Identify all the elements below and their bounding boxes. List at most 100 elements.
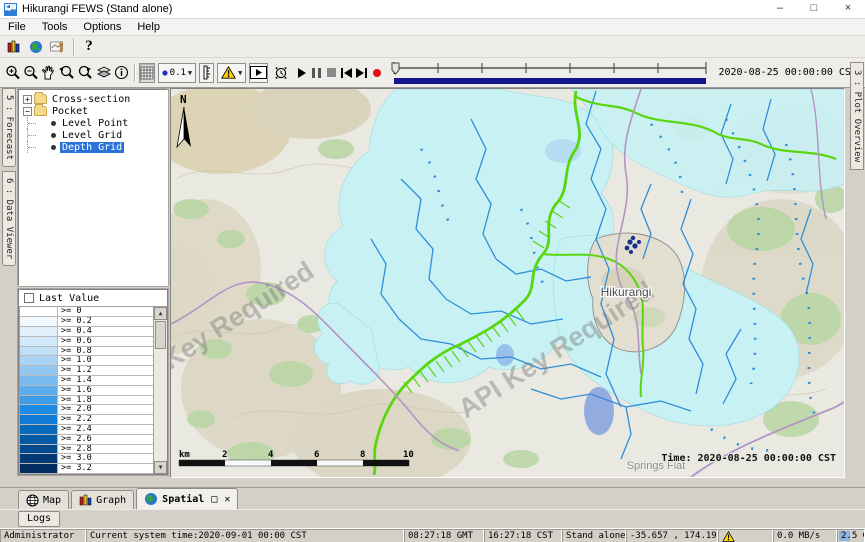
maximize-panel-icon[interactable]: □ [211,494,217,505]
scale-bar-toggle[interactable] [199,63,214,83]
tab-forecast[interactable]: 5 : Forecast [2,88,16,167]
spatial-display-button[interactable] [47,37,69,57]
last-value-label: Last Value [39,293,99,304]
scroll-down-icon[interactable]: ▼ [154,461,167,474]
legend-color-swatch [20,405,58,414]
legend-header: Last Value [19,290,167,306]
zoom-out-button[interactable] [22,63,40,83]
status-gmt-time: 08:27:18 GMT [404,529,484,542]
legend-color-swatch [20,454,58,463]
skip-end-icon [356,68,367,78]
map-view[interactable]: API Key Required API Key Required Hikura… [170,88,845,478]
svg-text:8: 8 [360,450,365,460]
next-zoom-button[interactable] [76,63,95,83]
legend-color-swatch [20,415,58,424]
tab-plot-overview[interactable]: 3 : Plot Overview [850,62,864,170]
legend-row: >= 0.8 [20,347,153,357]
legend-row: >= 0.2 [20,317,153,327]
close-button[interactable]: × [831,0,865,18]
tree-item-depth-grid[interactable]: Depth Grid [60,142,124,153]
toolbar-separator [73,38,74,56]
pause-button[interactable] [309,63,324,83]
menu-item[interactable]: Options [75,20,129,34]
legend-color-swatch [20,327,58,336]
go-to-end-button[interactable] [354,63,369,83]
tab-data-viewer[interactable]: 6 : Data Viewer [2,171,16,266]
bullet-icon [51,121,56,126]
legend-color-swatch [20,425,58,434]
database-explorer-icon [7,40,21,53]
tree-item-cross-section[interactable]: Cross-section [50,94,132,105]
zoom-in-icon [5,65,21,81]
menu-item[interactable]: File [0,20,34,34]
maximize-button[interactable]: □ [797,0,831,18]
legend-row-label: >= 1.6 [58,386,153,395]
tree-item-pocket[interactable]: Pocket [50,106,90,117]
tree-row[interactable]: Level Point [19,117,167,129]
warnings-dropdown[interactable]: ▼ [217,63,246,83]
expand-icon[interactable]: + [23,95,32,104]
pan-button[interactable] [40,63,57,83]
go-to-start-button[interactable] [339,63,354,83]
map-display-button[interactable] [25,37,47,57]
memory-label: 2.5 GB [841,530,865,542]
time-slider[interactable] [390,60,710,86]
spatial-chart-icon [50,40,66,54]
tree-row[interactable]: Level Grid [19,129,167,141]
menu-item[interactable]: Help [129,20,168,34]
time-slider-track[interactable] [390,60,710,86]
layer-tree[interactable]: + Cross-section − Pocket Level Point Lev… [18,89,168,286]
logs-button[interactable]: Logs [18,511,60,527]
legend-color-swatch [20,347,58,356]
play-button[interactable] [294,63,309,83]
animation-settings-button[interactable] [272,63,290,83]
scroll-thumb[interactable] [155,321,166,349]
close-panel-icon[interactable]: ✕ [224,494,230,505]
map-canvas[interactable]: API Key Required API Key Required Hikura… [171,89,844,477]
legend-color-swatch [20,464,58,473]
tree-item-level-grid[interactable]: Level Grid [60,130,124,141]
chevron-down-icon: ▼ [188,69,192,77]
tree-item-level-point[interactable]: Level Point [60,118,130,129]
legend-scrollbar[interactable]: ▲ ▼ [153,307,167,474]
last-value-checkbox[interactable] [24,293,34,303]
database-explorer-button[interactable] [3,37,25,57]
menu-item[interactable]: Tools [34,20,76,34]
collapse-icon[interactable]: − [23,107,32,116]
tab-map[interactable]: Map [18,490,69,509]
zoom-in-button[interactable] [4,63,22,83]
tab-graph[interactable]: Graph [71,490,134,509]
layers-button[interactable] [95,63,113,83]
record-icon [372,68,382,78]
legend-color-swatch [20,445,58,454]
info-button[interactable] [113,63,130,83]
tab-graph-label: Graph [96,495,126,506]
record-button[interactable] [369,63,384,83]
stop-button[interactable] [324,63,339,83]
legend-row: >= 1.6 [20,386,153,396]
svg-text:km: km [179,450,190,460]
scroll-up-icon[interactable]: ▲ [154,307,167,320]
time-slider-handle[interactable] [392,63,399,74]
legend-row-label: >= 1.4 [58,376,153,385]
status-warning-cell[interactable] [718,529,773,542]
class-interval-dropdown[interactable]: 0.1 ▼ [158,63,196,83]
previous-zoom-button[interactable] [57,63,76,83]
tab-spatial[interactable]: Spatial □ ✕ [136,488,238,509]
help-button[interactable]: ? [78,37,100,57]
svg-text:2: 2 [222,450,227,460]
wireframe-globe-icon [26,494,39,507]
tree-row[interactable]: − Pocket [19,105,167,117]
legend-row: >= 0 [20,307,153,317]
animation-clock-icon [273,65,289,81]
grid-layer-toggle[interactable] [139,63,155,83]
minimize-button[interactable]: – [763,0,797,18]
status-bar: Administrator Current system time:2020-0… [0,528,865,542]
legend-row: >= 2.8 [20,445,153,455]
movie-player-button[interactable] [249,63,268,83]
legend-color-swatch [20,317,58,326]
graph-bars-icon [79,494,92,506]
tree-row[interactable]: Depth Grid [19,141,167,153]
legend-row-label: >= 1.0 [58,356,153,365]
zoom-previous-icon [58,65,75,81]
